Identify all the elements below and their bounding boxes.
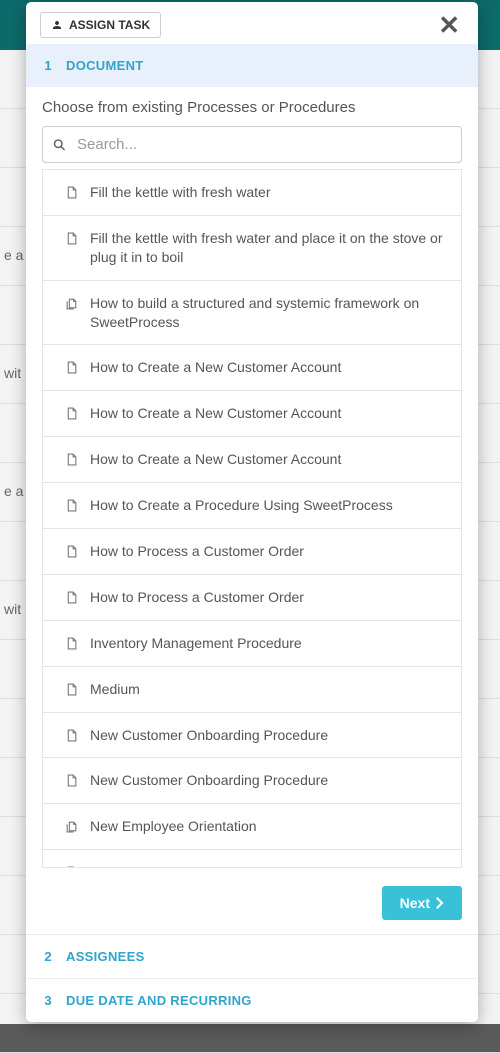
file-icon (65, 360, 78, 375)
next-button-label: Next (400, 895, 430, 911)
search-wrap (42, 126, 462, 163)
file-icon (65, 452, 78, 467)
files-icon (65, 296, 78, 311)
file-icon (65, 406, 78, 421)
file-icon (65, 636, 78, 651)
step-number: 2 (42, 949, 54, 964)
list-item[interactable]: New Employee Orientation (43, 803, 461, 849)
choose-prompt: Choose from existing Processes or Proced… (42, 99, 462, 116)
list-item[interactable]: How to Create a New Customer Account (43, 390, 461, 436)
next-button[interactable]: Next (382, 886, 462, 920)
file-icon (65, 231, 78, 246)
files-icon (65, 819, 78, 834)
document-label: Medium (90, 680, 140, 699)
step-due-date[interactable]: 3 DUE DATE AND RECURRING (26, 978, 478, 1022)
file-icon (65, 544, 78, 559)
list-item[interactable]: How to Process a Customer Order (43, 528, 461, 574)
file-icon (65, 498, 78, 513)
step-label: DOCUMENT (66, 58, 144, 73)
list-item[interactable]: How to Create a Procedure Using SweetPro… (43, 482, 461, 528)
file-icon (65, 773, 78, 788)
modal-body: Choose from existing Processes or Proced… (26, 87, 478, 872)
file-icon (65, 590, 78, 605)
chevron-right-icon (436, 897, 444, 909)
modal-header: ASSIGN TASK ✕ (26, 2, 478, 44)
step-label: ASSIGNEES (66, 949, 145, 964)
assign-task-label: ASSIGN TASK (69, 18, 150, 32)
file-icon (65, 728, 78, 743)
step-document[interactable]: 1 DOCUMENT (26, 44, 478, 87)
list-item[interactable]: Medium (43, 666, 461, 712)
file-icon (65, 682, 78, 697)
document-label: New Customer Onboarding Procedure (90, 771, 328, 790)
file-icon (65, 185, 78, 200)
step-number: 3 (42, 993, 54, 1008)
document-label: How to Create a New Customer Account (90, 404, 341, 423)
step-assignees[interactable]: 2 ASSIGNEES (26, 934, 478, 978)
list-item[interactable]: Procedure Title (43, 849, 461, 868)
document-label: How to Process a Customer Order (90, 588, 304, 607)
file-icon (65, 865, 78, 868)
list-item[interactable]: Inventory Management Procedure (43, 620, 461, 666)
assign-task-modal: ASSIGN TASK ✕ 1 DOCUMENT Choose from exi… (26, 2, 478, 1022)
assign-task-button[interactable]: ASSIGN TASK (40, 12, 161, 38)
list-item[interactable]: How to build a structured and systemic f… (43, 280, 461, 345)
user-icon (51, 19, 63, 31)
document-label: New Employee Orientation (90, 817, 257, 836)
document-label: Fill the kettle with fresh water and pla… (90, 229, 447, 267)
step-label: DUE DATE AND RECURRING (66, 993, 252, 1008)
list-item[interactable]: Fill the kettle with fresh water (43, 169, 461, 215)
list-item[interactable]: How to Process a Customer Order (43, 574, 461, 620)
list-item[interactable]: New Customer Onboarding Procedure (43, 712, 461, 758)
document-label: How to Process a Customer Order (90, 542, 304, 561)
document-label: How to build a structured and systemic f… (90, 294, 447, 332)
document-list: Fill the kettle with fresh water Fill the… (42, 169, 462, 868)
list-item[interactable]: How to Create a New Customer Account (43, 344, 461, 390)
document-label: How to Create a New Customer Account (90, 450, 341, 469)
close-icon[interactable]: ✕ (434, 12, 464, 38)
step-number: 1 (42, 58, 54, 73)
search-icon (52, 137, 67, 152)
document-label: Inventory Management Procedure (90, 634, 302, 653)
search-input[interactable] (42, 126, 462, 163)
document-label: Procedure Title (90, 863, 184, 868)
document-label: New Customer Onboarding Procedure (90, 726, 328, 745)
list-item[interactable]: Fill the kettle with fresh water and pla… (43, 215, 461, 280)
list-item[interactable]: New Customer Onboarding Procedure (43, 757, 461, 803)
document-label: How to Create a Procedure Using SweetPro… (90, 496, 393, 515)
document-label: How to Create a New Customer Account (90, 358, 341, 377)
list-item[interactable]: How to Create a New Customer Account (43, 436, 461, 482)
document-label: Fill the kettle with fresh water (90, 183, 271, 202)
modal-footer: Next (26, 872, 478, 934)
